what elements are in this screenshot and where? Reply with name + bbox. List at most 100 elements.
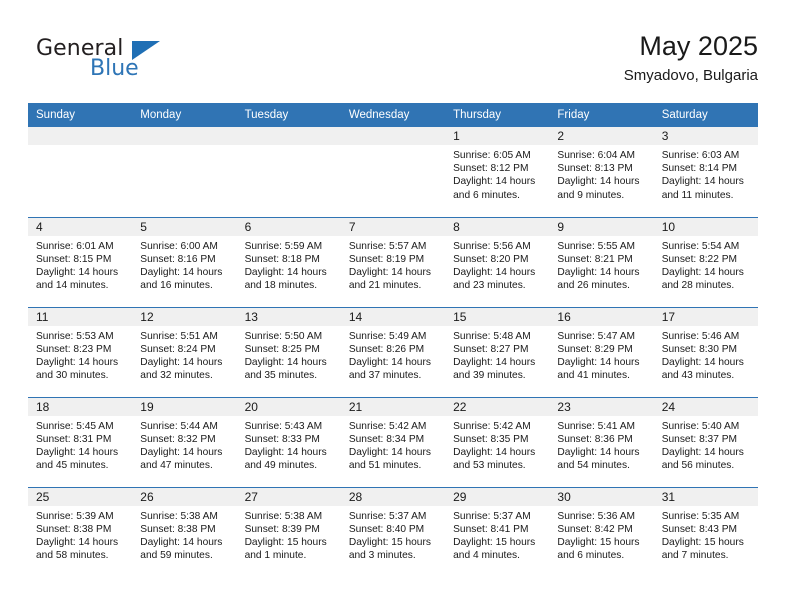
- calendar-day-cell[interactable]: 28 Sunrise: 5:37 AM Sunset: 8:40 PM Dayligh…: [340, 486, 446, 577]
- calendar-day-cell[interactable]: 21 Sunrise: 5:42 AM Sunset: 8:34 PM Dayligh…: [340, 396, 446, 487]
- calendar-day-cell[interactable]: 5 Sunrise: 6:00 AM Sunset: 8:16 PM Daylight…: [132, 216, 237, 307]
- day-number: 13: [236, 307, 341, 326]
- day-number: 16: [549, 307, 654, 326]
- calendar-day-cell[interactable]: 18 Sunrise: 5:45 AM Sunset: 8:31 PM Dayligh…: [28, 396, 133, 487]
- calendar-day-cell[interactable]: 4 Sunrise: 6:01 AM Sunset: 8:15 PM Daylight…: [28, 216, 133, 307]
- daylight-text: Daylight: 14 hours and 59 minutes.: [140, 536, 223, 562]
- daylight-text: Daylight: 14 hours and 35 minutes.: [244, 356, 327, 382]
- sunset-text: Sunset: 8:35 PM: [453, 433, 529, 445]
- calendar-day-cell[interactable]: 19 Sunrise: 5:44 AM Sunset: 8:32 PM Dayligh…: [132, 396, 237, 487]
- column-header-monday: Monday: [132, 103, 237, 127]
- sunset-text: Sunset: 8:15 PM: [36, 253, 112, 265]
- day-number: 26: [132, 487, 237, 506]
- sunset-text: Sunset: 8:22 PM: [661, 253, 738, 265]
- calendar-day-cell[interactable]: 10 Sunrise: 5:54 AM Sunset: 8:22 PM Dayligh…: [653, 216, 758, 307]
- sunrise-text: Sunrise: 5:56 AM: [453, 240, 531, 252]
- day-number: 1: [445, 127, 550, 145]
- sunrise-text: Sunrise: 5:48 AM: [453, 330, 531, 342]
- day-details: Sunrise: 5:43 AM Sunset: 8:33 PM Daylight:…: [237, 416, 341, 473]
- sunrise-text: Sunrise: 5:54 AM: [661, 240, 740, 252]
- calendar-day-cell[interactable]: 24 Sunrise: 5:40 AM Sunset: 8:37 PM Dayligh…: [653, 396, 758, 487]
- daylight-text: Daylight: 14 hours and 9 minutes.: [557, 176, 640, 201]
- column-header-saturday: Saturday: [653, 103, 758, 127]
- calendar-body: 1 Sunrise: 6:05 AM Sunset: 8:12 PM Daylight…: [28, 127, 758, 577]
- calendar-day-cell[interactable]: 15 Sunrise: 5:48 AM Sunset: 8:27 PM Dayligh…: [445, 306, 550, 397]
- daylight-text: Daylight: 14 hours and 43 minutes.: [661, 356, 744, 382]
- calendar-day-cell[interactable]: 12 Sunrise: 5:51 AM Sunset: 8:24 PM Dayligh…: [132, 306, 237, 397]
- day-details: Sunrise: 5:54 AM Sunset: 8:22 PM Daylight:…: [654, 236, 758, 293]
- calendar-day-cell[interactable]: 29 Sunrise: 5:37 AM Sunset: 8:41 PM Dayligh…: [445, 486, 550, 577]
- day-details: Sunrise: 5:57 AM Sunset: 8:19 PM Daylight:…: [341, 236, 445, 293]
- calendar-day-cell[interactable]: 1 Sunrise: 6:05 AM Sunset: 8:12 PM Daylight…: [445, 127, 550, 217]
- sunrise-text: Sunrise: 6:01 AM: [36, 240, 114, 252]
- calendar-day-cell[interactable]: 26 Sunrise: 5:38 AM Sunset: 8:38 PM Dayligh…: [132, 486, 237, 577]
- daylight-text: Daylight: 14 hours and 41 minutes.: [557, 356, 640, 382]
- sunset-text: Sunset: 8:38 PM: [140, 523, 216, 535]
- day-number: 30: [549, 487, 654, 506]
- day-number: [236, 127, 341, 145]
- day-number: 21: [340, 397, 446, 416]
- calendar-day-cell[interactable]: 8 Sunrise: 5:56 AM Sunset: 8:20 PM Daylight…: [445, 216, 550, 307]
- sunrise-text: Sunrise: 5:53 AM: [36, 330, 114, 342]
- daylight-text: Daylight: 14 hours and 49 minutes.: [244, 446, 327, 472]
- column-header-tuesday: Tuesday: [236, 103, 341, 127]
- day-details: Sunrise: 5:47 AM Sunset: 8:29 PM Daylight:…: [549, 326, 653, 383]
- daylight-text: Daylight: 14 hours and 23 minutes.: [453, 266, 536, 292]
- sunrise-text: Sunrise: 5:37 AM: [453, 510, 531, 522]
- day-number: 10: [653, 217, 758, 236]
- calendar-day-cell[interactable]: 17 Sunrise: 5:46 AM Sunset: 8:30 PM Dayligh…: [653, 306, 758, 397]
- sunrise-text: Sunrise: 5:42 AM: [348, 420, 427, 432]
- page-title: May 2025: [639, 31, 758, 61]
- calendar-week-row: 25 Sunrise: 5:39 AM Sunset: 8:38 PM Dayligh…: [28, 486, 758, 577]
- day-number: 25: [28, 487, 133, 506]
- day-details: Sunrise: 6:00 AM Sunset: 8:16 PM Daylight:…: [132, 236, 236, 293]
- sunrise-text: Sunrise: 6:05 AM: [453, 150, 531, 161]
- brand-logo[interactable]: General Blue: [36, 36, 236, 84]
- sunset-text: Sunset: 8:34 PM: [348, 433, 425, 445]
- calendar-day-cell[interactable]: 14 Sunrise: 5:49 AM Sunset: 8:26 PM Dayligh…: [340, 306, 446, 397]
- sunset-text: Sunset: 8:26 PM: [348, 343, 425, 355]
- calendar-day-cell[interactable]: 2 Sunrise: 6:04 AM Sunset: 8:13 PM Daylight…: [549, 127, 654, 217]
- daylight-text: Daylight: 14 hours and 18 minutes.: [244, 266, 327, 292]
- calendar-week-row: 4 Sunrise: 6:01 AM Sunset: 8:15 PM Daylight…: [28, 216, 758, 307]
- sunset-text: Sunset: 8:41 PM: [453, 523, 529, 535]
- calendar-day-cell[interactable]: 13 Sunrise: 5:50 AM Sunset: 8:25 PM Dayligh…: [236, 306, 341, 397]
- calendar-day-cell[interactable]: 7 Sunrise: 5:57 AM Sunset: 8:19 PM Daylight…: [340, 216, 446, 307]
- day-number: [340, 127, 446, 145]
- calendar-day-cell[interactable]: 16 Sunrise: 5:47 AM Sunset: 8:29 PM Dayligh…: [549, 306, 654, 397]
- calendar-day-cell[interactable]: 3 Sunrise: 6:03 AM Sunset: 8:14 PM Daylight…: [653, 127, 758, 217]
- brand-name-blue: Blue: [90, 56, 139, 81]
- sunrise-text: Sunrise: 5:44 AM: [140, 420, 218, 432]
- sunset-text: Sunset: 8:14 PM: [661, 163, 738, 175]
- daylight-text: Daylight: 14 hours and 45 minutes.: [36, 446, 119, 472]
- day-details: Sunrise: 5:59 AM Sunset: 8:18 PM Daylight:…: [237, 236, 341, 293]
- sunrise-text: Sunrise: 5:37 AM: [348, 510, 427, 522]
- title-block: May 2025 Smyadovo, Bulgaria: [624, 30, 758, 85]
- calendar-day-cell[interactable]: 20 Sunrise: 5:43 AM Sunset: 8:33 PM Dayligh…: [236, 396, 341, 487]
- sunset-text: Sunset: 8:36 PM: [557, 433, 633, 445]
- sunset-text: Sunset: 8:29 PM: [557, 343, 633, 355]
- calendar-day-cell[interactable]: 30 Sunrise: 5:36 AM Sunset: 8:42 PM Dayligh…: [549, 486, 654, 577]
- calendar-day-cell[interactable]: 31 Sunrise: 5:35 AM Sunset: 8:43 PM Dayligh…: [653, 486, 758, 577]
- day-number: 4: [28, 217, 133, 236]
- calendar-day-cell[interactable]: 25 Sunrise: 5:39 AM Sunset: 8:38 PM Dayligh…: [28, 486, 133, 577]
- calendar-day-cell[interactable]: 9 Sunrise: 5:55 AM Sunset: 8:21 PM Daylight…: [549, 216, 654, 307]
- day-details: Sunrise: 5:38 AM Sunset: 8:38 PM Daylight:…: [132, 506, 236, 563]
- day-details: Sunrise: 6:04 AM Sunset: 8:13 PM Daylight:…: [549, 145, 653, 202]
- sunrise-text: Sunrise: 6:04 AM: [557, 150, 635, 161]
- sunrise-text: Sunrise: 5:35 AM: [661, 510, 740, 522]
- calendar-day-cell[interactable]: 11 Sunrise: 5:53 AM Sunset: 8:23 PM Dayligh…: [28, 306, 133, 397]
- page-header: General Blue May 2025 Smyadovo, Bulgaria: [0, 0, 792, 92]
- sunrise-text: Sunrise: 5:39 AM: [36, 510, 114, 522]
- calendar-day-cell[interactable]: 6 Sunrise: 5:59 AM Sunset: 8:18 PM Daylight…: [236, 216, 341, 307]
- day-details: Sunrise: 6:01 AM Sunset: 8:15 PM Daylight:…: [28, 236, 132, 293]
- calendar-day-cell[interactable]: 23 Sunrise: 5:41 AM Sunset: 8:36 PM Dayligh…: [549, 396, 654, 487]
- day-details: Sunrise: 5:42 AM Sunset: 8:34 PM Daylight:…: [341, 416, 445, 473]
- day-details: Sunrise: 5:46 AM Sunset: 8:30 PM Daylight:…: [654, 326, 758, 383]
- sunrise-text: Sunrise: 6:03 AM: [661, 150, 740, 161]
- calendar-day-cell[interactable]: 27 Sunrise: 5:38 AM Sunset: 8:39 PM Dayligh…: [236, 486, 341, 577]
- daylight-text: Daylight: 14 hours and 28 minutes.: [661, 266, 744, 292]
- daylight-text: Daylight: 14 hours and 32 minutes.: [140, 356, 223, 382]
- day-details: Sunrise: 6:03 AM Sunset: 8:14 PM Daylight:…: [654, 145, 758, 202]
- calendar-day-cell[interactable]: 22 Sunrise: 5:42 AM Sunset: 8:35 PM Dayligh…: [445, 396, 550, 487]
